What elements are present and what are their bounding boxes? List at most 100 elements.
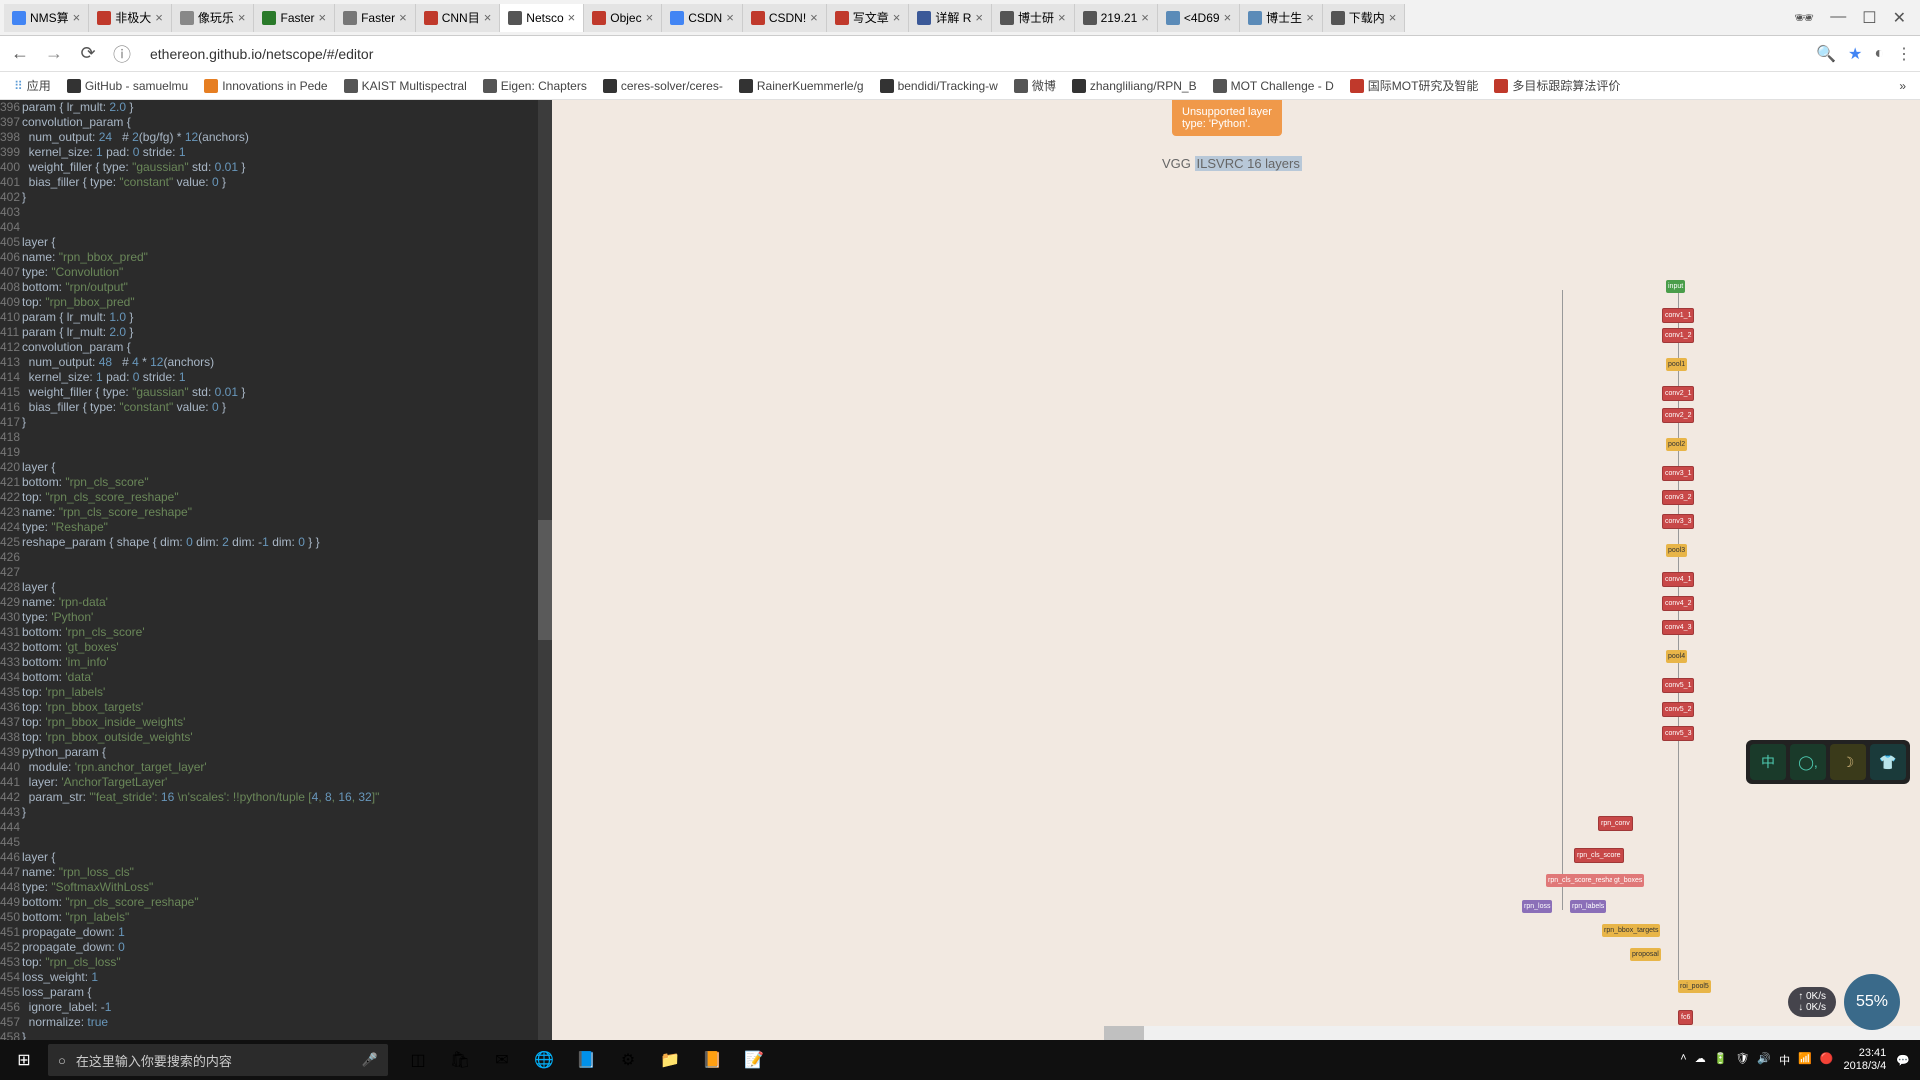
taskbar-app[interactable]: ◫ — [398, 1040, 438, 1080]
tab-close-icon[interactable]: × — [810, 10, 818, 25]
tab-close-icon[interactable]: × — [568, 10, 576, 25]
browser-tab[interactable]: NMS算× — [4, 4, 89, 32]
browser-tab[interactable]: Objec× — [584, 4, 662, 32]
taskbar-clock[interactable]: 23:41 2018/3/4 — [1843, 1047, 1886, 1073]
netspeed-widget[interactable]: ↑ 0K/s ↓ 0K/s 55% — [1788, 974, 1900, 1030]
bookmark-item[interactable]: 多目标跟踪算法评价 — [1488, 77, 1626, 94]
editor-scrollbar[interactable] — [538, 100, 552, 1040]
hscroll-thumb[interactable] — [1104, 1026, 1144, 1040]
graph-node[interactable]: conv4_1 — [1662, 572, 1694, 587]
code-area[interactable]: param { lr_mult: 2.0 } convolution_param… — [22, 100, 379, 1040]
browser-tab[interactable]: 博士研× — [992, 4, 1075, 32]
tab-close-icon[interactable]: × — [155, 10, 163, 25]
browser-tab[interactable]: Netsco× — [500, 4, 584, 32]
bookmark-item[interactable]: 国际MOT研究及智能 — [1344, 77, 1485, 94]
bookmarks-more[interactable]: » — [1893, 79, 1912, 93]
graph-node[interactable]: conv1_1 — [1662, 308, 1694, 323]
ime-float-widget[interactable]: 中◯,☽👕 — [1746, 740, 1910, 784]
browser-tab[interactable]: CSDN!× — [743, 4, 827, 32]
graph-node[interactable]: conv2_1 — [1662, 386, 1694, 401]
taskbar-app[interactable]: ✉ — [482, 1040, 522, 1080]
start-button[interactable]: ⊞ — [0, 1040, 48, 1080]
taskbar-app[interactable]: 📘 — [566, 1040, 606, 1080]
bookmark-item[interactable]: Eigen: Chapters — [477, 79, 593, 93]
graph-node[interactable]: conv5_1 — [1662, 678, 1694, 693]
graph-node[interactable]: pool2 — [1666, 438, 1687, 451]
graph-node[interactable]: conv2_2 — [1662, 408, 1694, 423]
network-panel[interactable]: Unsupported layer type: 'Python'. VGG IL… — [552, 100, 1920, 1040]
network-graph[interactable]: inputconv1_1conv1_2pool1conv2_1conv2_2po… — [1122, 180, 1822, 1040]
browser-tab[interactable]: 详解 R× — [909, 4, 992, 32]
bookmark-star-icon[interactable]: ★ — [1848, 44, 1862, 64]
memory-circle[interactable]: 55% — [1844, 974, 1900, 1030]
taskbar-app[interactable]: 📙 — [692, 1040, 732, 1080]
tab-close-icon[interactable]: × — [1058, 10, 1066, 25]
ime-button[interactable]: 中 — [1750, 744, 1786, 780]
graph-node[interactable]: conv3_1 — [1662, 466, 1694, 481]
browser-tab[interactable]: CSDN× — [662, 4, 743, 32]
tray-icon[interactable]: 🔋 — [1714, 1052, 1728, 1068]
tray-icon[interactable]: ☁ — [1695, 1052, 1706, 1068]
extension-icon[interactable]: ◐ — [1874, 45, 1884, 63]
browser-tab[interactable]: 219.21× — [1075, 4, 1158, 32]
tray-icon[interactable]: ˄ — [1680, 1052, 1686, 1068]
tab-close-icon[interactable]: × — [1389, 10, 1397, 25]
graph-node[interactable]: proposal — [1630, 948, 1661, 961]
editor-scrollbar-thumb[interactable] — [538, 520, 552, 640]
bookmark-item[interactable]: Innovations in Pede — [198, 79, 333, 93]
tab-close-icon[interactable]: × — [1306, 10, 1314, 25]
graph-node[interactable]: conv4_3 — [1662, 620, 1694, 635]
taskbar-app[interactable]: 🌐 — [524, 1040, 564, 1080]
tab-close-icon[interactable]: × — [893, 10, 901, 25]
graph-node[interactable]: conv5_2 — [1662, 702, 1694, 717]
url-input[interactable]: ethereon.github.io/netscope/#/editor — [144, 46, 1806, 62]
browser-tab[interactable]: 下载内× — [1323, 4, 1406, 32]
graph-node[interactable]: roi_pool5 — [1678, 980, 1711, 993]
tab-close-icon[interactable]: × — [399, 10, 407, 25]
graph-node[interactable]: fc6 — [1678, 1010, 1693, 1025]
graph-node[interactable]: rpn_labels — [1570, 900, 1606, 913]
tab-close-icon[interactable]: × — [1141, 10, 1149, 25]
tab-close-icon[interactable]: × — [484, 10, 492, 25]
back-button[interactable]: ← — [8, 43, 32, 64]
reload-button[interactable]: ⟳ — [76, 43, 100, 64]
graph-node[interactable]: rpn_conv — [1598, 816, 1633, 831]
tab-close-icon[interactable]: × — [975, 10, 983, 25]
graph-node[interactable]: rpn_loss — [1522, 900, 1552, 913]
apps-button[interactable]: ⠿应用 — [8, 77, 57, 94]
bookmark-item[interactable]: bendidi/Tracking-w — [874, 79, 1004, 93]
tray-icon[interactable]: 中 — [1779, 1052, 1790, 1068]
tab-close-icon[interactable]: × — [73, 10, 81, 25]
browser-tab[interactable]: 非极大× — [89, 4, 172, 32]
tab-close-icon[interactable]: × — [319, 10, 327, 25]
search-icon[interactable]: 🔍 — [1816, 44, 1836, 64]
graph-node[interactable]: rpn_bbox_targets — [1602, 924, 1660, 937]
mic-icon[interactable]: 🎤 — [362, 1052, 378, 1068]
graph-node[interactable]: pool3 — [1666, 544, 1687, 557]
close-button[interactable]: ✕ — [1893, 8, 1906, 28]
browser-tab[interactable]: Faster× — [335, 4, 416, 32]
graph-node[interactable]: pool1 — [1666, 358, 1687, 371]
bookmark-item[interactable]: RainerKuemmerle/g — [733, 79, 870, 93]
ime-button[interactable]: ◯, — [1790, 744, 1826, 780]
tray-icon[interactable]: 🔊 — [1757, 1052, 1771, 1068]
browser-tab[interactable]: CNN目× — [416, 4, 501, 32]
forward-button[interactable]: → — [42, 43, 66, 64]
browser-tab[interactable]: 像玩乐× — [172, 4, 255, 32]
graph-node[interactable]: rpn_cls_score — [1574, 848, 1624, 863]
browser-tab[interactable]: 博士生× — [1240, 4, 1323, 32]
browser-tab[interactable]: <4D69× — [1158, 4, 1240, 32]
taskbar-app[interactable]: 📁 — [650, 1040, 690, 1080]
bookmark-item[interactable]: MOT Challenge - D — [1207, 79, 1340, 93]
bookmark-item[interactable]: GitHub - samuelmu — [61, 79, 194, 93]
graph-node[interactable]: conv3_3 — [1662, 514, 1694, 529]
tray-icon[interactable]: 🛡 — [1735, 1052, 1749, 1068]
graph-node[interactable]: gt_boxes — [1612, 874, 1644, 887]
tab-close-icon[interactable]: × — [726, 10, 734, 25]
taskbar-app[interactable]: ⚙ — [608, 1040, 648, 1080]
ime-button[interactable]: 👕 — [1870, 744, 1906, 780]
tab-close-icon[interactable]: × — [238, 10, 246, 25]
maximize-button[interactable]: ☐ — [1862, 8, 1876, 28]
tab-close-icon[interactable]: × — [646, 10, 654, 25]
code-editor[interactable]: 396 397 398 399 400 401 402 403 404 405 … — [0, 100, 552, 1040]
